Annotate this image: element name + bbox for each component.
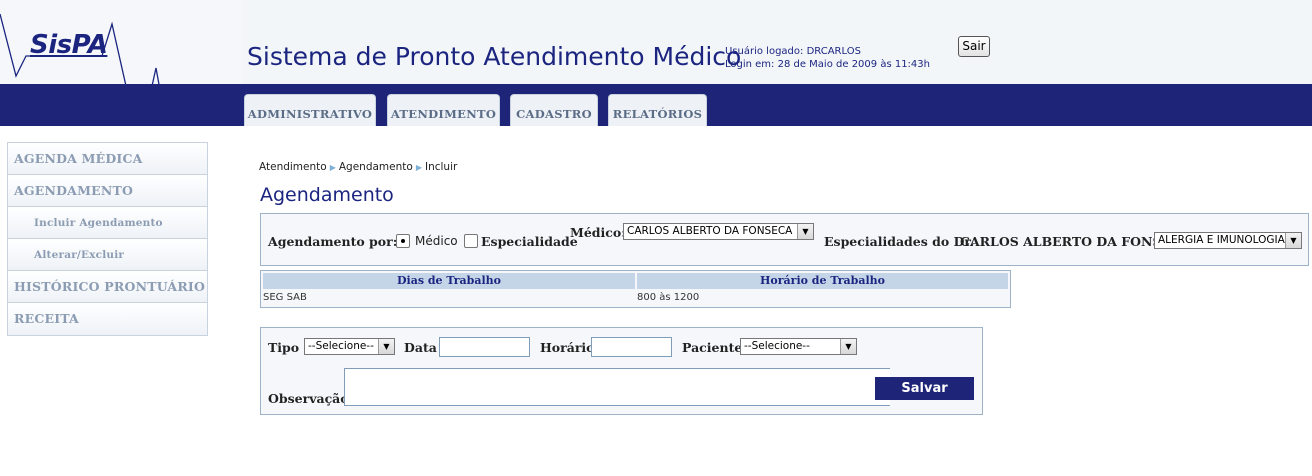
radio-especialidade[interactable] <box>464 234 478 248</box>
tipo-select-value: --Selecione-- <box>308 340 374 352</box>
table-cell-horario: 800 às 1200 <box>637 292 700 303</box>
sidebar-item-agendamento[interactable]: AGENDAMENTO <box>8 175 207 207</box>
sidebar-item-incluir-agendamento[interactable]: Incluir Agendamento <box>8 207 207 239</box>
data-label: Data <box>404 340 437 355</box>
chevron-down-icon: ▼ <box>840 339 856 354</box>
work-table: Dias de Trabalho Horário de Trabalho SEG… <box>260 270 1011 308</box>
data-input[interactable] <box>439 337 530 357</box>
tab-atendimento[interactable]: ATENDIMENTO <box>387 94 500 126</box>
breadcrumb-separator-icon: ▶ <box>415 163 422 172</box>
breadcrumb-item[interactable]: Atendimento <box>259 161 327 173</box>
sidebar: AGENDA MÉDICA AGENDAMENTO Incluir Agenda… <box>7 142 208 336</box>
login-time: Login em: 28 de Maio de 2009 às 11:43h <box>725 59 930 70</box>
agendamento-panel: Agendamento por: Médico Especialidade Mé… <box>260 213 1309 266</box>
table-header-horario: Horário de Trabalho <box>637 273 1008 289</box>
sidebar-item-receita[interactable]: RECEITA <box>8 303 207 335</box>
paciente-select[interactable]: --Selecione-- ▼ <box>740 338 857 355</box>
radio-medico-label: Médico <box>415 234 458 248</box>
app-title: Sistema de Pronto Atendimento Médico <box>247 42 742 71</box>
medico-select[interactable]: CARLOS ALBERTO DA FONSECA ▼ <box>623 223 814 240</box>
page: SisPA Sistema de Pronto Atendimento Médi… <box>0 0 1312 476</box>
radio-especialidade-label: Especialidade <box>481 234 578 249</box>
medico-select-value: CARLOS ALBERTO DA FONSECA <box>627 225 793 237</box>
sidebar-item-agenda-medica[interactable]: AGENDA MÉDICA <box>8 143 207 175</box>
chevron-down-icon: ▼ <box>378 339 394 354</box>
especialidade-select-value: ALERGIA E IMUNOLOGIA <box>1158 234 1285 246</box>
chevron-down-icon: ▼ <box>1285 233 1301 248</box>
medico-label: Médico: <box>570 225 626 240</box>
radio-medico[interactable] <box>396 234 410 248</box>
observacao-label: Observação <box>268 391 349 406</box>
sidebar-item-alterar-excluir[interactable]: Alterar/Excluir <box>8 239 207 271</box>
page-title: Agendamento <box>260 184 394 206</box>
tab-administrativo[interactable]: ADMINISTRATIVO <box>244 94 376 126</box>
tab-relatorios[interactable]: RELATÓRIOS <box>608 94 707 126</box>
logged-user: Usuário logado: DRCARLOS <box>725 46 861 57</box>
especialidade-select[interactable]: ALERGIA E IMUNOLOGIA ▼ <box>1154 232 1302 249</box>
especialidades-label: Especialidades do Dr. <box>824 234 975 249</box>
breadcrumb-item[interactable]: Agendamento <box>339 161 413 173</box>
chevron-down-icon: ▼ <box>797 224 813 239</box>
sidebar-item-historico-prontuario[interactable]: HISTÓRICO PRONTUÁRIO <box>8 271 207 303</box>
logout-button[interactable]: Sair <box>958 36 990 57</box>
observacao-textarea[interactable] <box>344 368 890 406</box>
breadcrumb: Atendimento ▶ Agendamento ▶ Incluir <box>259 161 457 173</box>
save-button[interactable]: Salvar <box>875 377 974 400</box>
logo-text[interactable]: SisPA <box>30 30 108 60</box>
paciente-select-value: --Selecione-- <box>744 340 810 352</box>
user-info: Usuário logado: DRCARLOS Login em: 28 de… <box>725 45 930 71</box>
horario-input[interactable] <box>591 337 672 357</box>
tipo-select[interactable]: --Selecione-- ▼ <box>304 338 395 355</box>
appointment-form: Tipo --Selecione-- ▼ Data Horário Pacien… <box>260 327 983 415</box>
agendamento-por-label: Agendamento por: <box>268 234 398 249</box>
table-cell-dias: SEG SAB <box>263 292 307 303</box>
paciente-label: Paciente <box>682 340 743 355</box>
table-header-dias: Dias de Trabalho <box>263 273 635 289</box>
horario-label: Horário <box>540 340 595 355</box>
nav-bar-left <box>0 84 242 126</box>
breadcrumb-current: Incluir <box>424 161 458 173</box>
tab-cadastro[interactable]: CADASTRO <box>510 94 598 126</box>
breadcrumb-separator-icon: ▶ <box>329 163 336 172</box>
tipo-label: Tipo <box>268 340 300 355</box>
